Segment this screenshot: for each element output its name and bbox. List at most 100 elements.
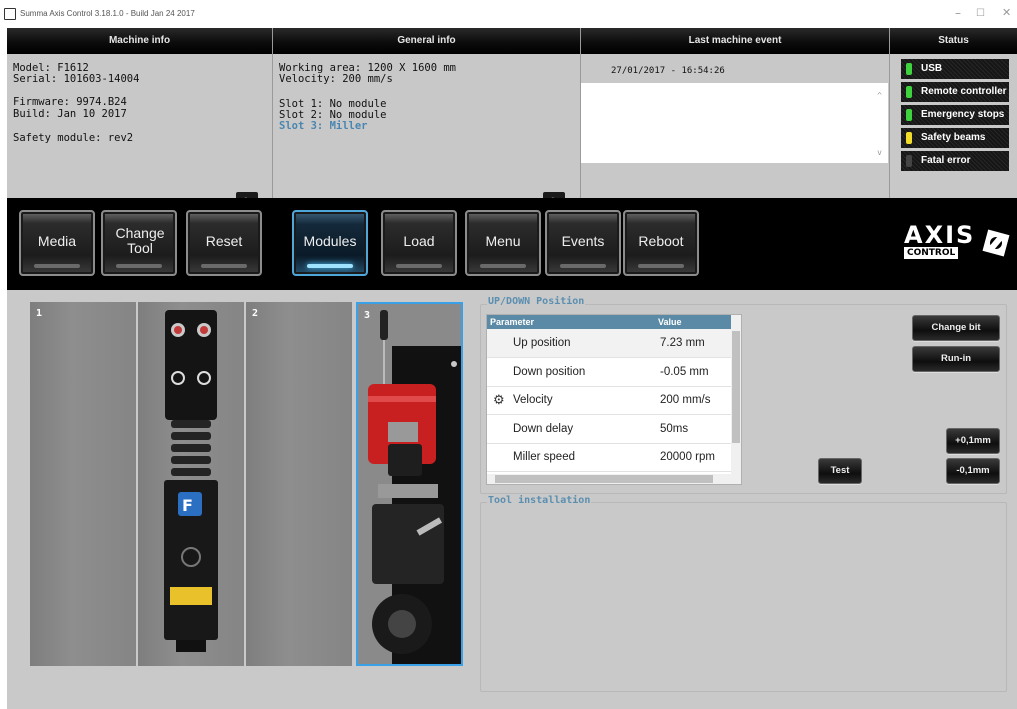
toolbar-button-reboot[interactable]: Reboot [623,210,699,276]
close-button[interactable]: ✕ [1002,6,1011,19]
toolbar-button-menu[interactable]: Menu [465,210,541,276]
toolbar-button-label: Events [561,233,605,249]
run-in-button[interactable]: Run-in [912,346,1000,372]
parameter-cell[interactable]: Down delay [487,414,655,444]
updown-title: UP/DOWN Position [487,296,586,307]
parameter-name: Down position [513,365,586,378]
status-header: Status [890,28,1017,54]
scroll-up-icon[interactable]: ^ [877,91,882,100]
event-log-box[interactable]: ^ v [581,83,888,163]
parameter-cell[interactable]: Up position [487,329,655,358]
test-button[interactable]: Test [818,458,862,484]
status-label: Emergency stops [921,109,1005,120]
axis-control-logo: AXIS CONTROL [904,223,1014,263]
edit-velocity-icon: ⚙ [493,391,505,407]
toolbar-button-events[interactable]: Events [545,210,621,276]
status-label: Safety beams [921,132,986,143]
toolbar-button-change-tool[interactable]: Change Tool [101,210,177,276]
value-cell[interactable]: -0.05 mm [655,357,732,387]
slot-3-miller[interactable]: 3 [356,302,468,666]
change-bit-button[interactable]: Change bit [912,315,1000,341]
toolbar-button-modules[interactable]: Modules [292,210,368,276]
parameter-name: Down delay [513,422,574,435]
status-usb: USB [901,59,1009,79]
window-title: Summa Axis Control 3.18.1.0 - Build Jan … [20,9,195,18]
button-indicator-bar [638,264,684,268]
toolbar-button-label: Change Tool [115,225,165,256]
button-indicator-bar [480,264,526,268]
button-indicator-bar [560,264,606,268]
slot-number: 2 [252,308,259,319]
status-emergency-stops: Emergency stops [901,105,1009,125]
value-cell[interactable]: 7.23 mm [655,329,732,358]
status-label: Remote controller [921,86,1007,97]
button-indicator-bar [201,264,247,268]
velocity-text: Velocity: 200 mm/s [279,73,393,85]
table-row[interactable]: Miller speed 20000 rpm [487,443,732,472]
value-cell[interactable]: 20000 rpm [655,443,732,472]
button-indicator-bar [116,264,162,268]
toolbar-button-reset[interactable]: Reset [186,210,262,276]
toolbar-button-media[interactable]: Media [19,210,95,276]
safety-module-text: Safety module: rev2 [13,132,134,144]
slot-number: 3 [364,310,371,321]
logo-emblem-icon [982,229,1010,257]
toolbar-button-label: Reboot [638,233,684,249]
app-window: Summa Axis Control 3.18.1.0 - Build Jan … [0,0,1017,709]
toolbar-button-load[interactable]: Load [381,210,457,276]
svg-text:F: F [182,496,193,515]
maximize-button[interactable]: ☐ [976,8,985,19]
slot3-text: Slot 3: Miller [279,120,368,132]
column-header-parameter[interactable]: Parameter [487,315,655,329]
scroll-down-icon[interactable]: v [877,148,882,157]
vertical-scrollbar[interactable] [731,315,741,484]
status-remote-controller: Remote controller [901,82,1009,102]
table-row[interactable]: ⚙ Velocity 200 mm/s [487,386,732,415]
button-indicator-bar [34,264,80,268]
scrollbar-thumb[interactable] [732,331,740,443]
modules-panel: 1 F 2 3 UP/DOWN Position Parameter Value… [7,290,1017,709]
parameter-name: Velocity [513,394,553,407]
firmware-text: Firmware: 9974.B24 [13,96,127,108]
slot-2[interactable]: 2 [246,302,352,666]
tool-installation-group [480,502,1007,692]
button-indicator-bar [396,264,442,268]
event-timestamp: 27/01/2017 - 16:54:26 [611,66,725,76]
app-icon [4,8,16,20]
toolbar-button-label: Reset [205,233,243,249]
parameter-cell[interactable]: Down position [487,357,655,387]
column-header-value[interactable]: Value [655,315,732,329]
value-cell[interactable]: 50ms [655,414,732,444]
status-safety-beams: Safety beams [901,128,1009,148]
minimize-button[interactable]: – [955,6,961,20]
machine-info-header: Machine info [7,28,272,54]
parameter-name: Up position [513,337,571,349]
toolbar-button-label: Load [403,233,435,249]
button-indicator-bar [307,264,353,268]
slot-1[interactable]: 1 [30,302,136,666]
status-led-icon [906,86,912,98]
build-text: Build: Jan 10 2017 [13,108,127,120]
status-label: Fatal error [921,155,971,166]
horizontal-scrollbar[interactable] [487,474,733,484]
status-led-icon [906,132,912,144]
general-info-section: Working area: 1200 X 1600 mm Velocity: 2… [273,54,580,214]
parameter-cell[interactable]: ⚙ Velocity [487,386,655,415]
toolbar-button-label: Modules [303,233,357,249]
parameter-grid[interactable]: Parameter Value Up position 7.23 mm Down p… [486,314,742,485]
parameter-cell[interactable]: Miller speed [487,443,655,472]
table-row[interactable]: Down position -0.05 mm [487,357,732,387]
table-row[interactable]: Up position 7.23 mm [487,329,732,358]
tool-installation-title: Tool installation [487,495,592,506]
serial-text: Serial: 101603-14004 [13,73,140,85]
main-toolbar: Media Change Tool Reset Modules Load Menu Even… [7,198,1017,290]
logo-text-control: CONTROL [904,247,959,259]
value-cell[interactable]: 200 mm/s [655,386,732,415]
tool-module-image[interactable]: F [138,302,244,666]
minus-0-1mm-button[interactable]: -0,1mm [946,458,1000,484]
general-info-header: General info [273,28,580,54]
hscrollbar-thumb[interactable] [495,475,713,483]
table-row[interactable]: Down delay 50ms [487,414,732,444]
plus-0-1mm-button[interactable]: +0,1mm [946,428,1000,454]
logo-text-axis: AXIS [904,221,976,249]
